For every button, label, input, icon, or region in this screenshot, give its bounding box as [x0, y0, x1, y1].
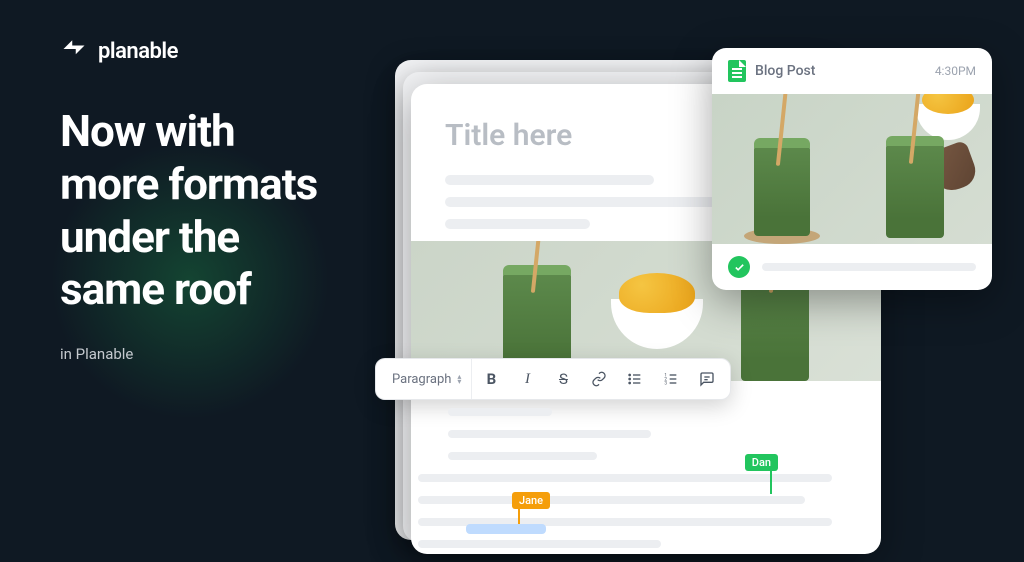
placeholder-line [445, 175, 654, 185]
text-line [448, 452, 597, 460]
post-card-footer [712, 244, 992, 290]
caption-placeholder [762, 263, 976, 271]
italic-button[interactable]: I [510, 359, 544, 399]
brand-logo: planable [60, 35, 178, 67]
svg-text:3: 3 [665, 380, 668, 386]
document-icon [728, 60, 746, 82]
post-thumbnail [712, 94, 992, 244]
logo-text: planable [98, 39, 178, 64]
user-cursor-tag-dan: Dan [745, 454, 778, 471]
food-bowl [611, 299, 703, 349]
text-selection-highlight [466, 524, 546, 534]
paragraph-style-selector[interactable]: Paragraph ▴▾ [382, 359, 472, 399]
text-line [448, 430, 651, 438]
formatting-toolbar: Paragraph ▴▾ B I S 123 [375, 358, 731, 400]
link-button[interactable] [582, 359, 616, 399]
food-bowl [916, 104, 980, 140]
comment-button[interactable] [690, 359, 724, 399]
user-cursor-tag-jane: Jane [512, 492, 550, 509]
strikethrough-button[interactable]: S [546, 359, 580, 399]
collaboration-area: Dan Jane [418, 408, 868, 562]
chevron-up-down-icon: ▴▾ [457, 374, 461, 384]
bullet-list-button[interactable] [618, 359, 652, 399]
smoothie-glass [886, 142, 944, 238]
logo-icon [60, 35, 88, 67]
numbered-list-button[interactable]: 123 [654, 359, 688, 399]
hero-subline: in Planable [60, 345, 133, 363]
text-line [418, 540, 661, 548]
post-card-header: Blog Post 4:30PM [712, 48, 992, 94]
hero-headline: Now with more formats under the same roo… [60, 105, 317, 316]
approved-check-icon [728, 256, 750, 278]
post-type-label: Blog Post [755, 63, 815, 79]
post-time: 4:30PM [935, 64, 976, 78]
placeholder-line [445, 219, 590, 229]
user-cursor-dan [770, 470, 772, 494]
text-line [418, 496, 805, 504]
bold-button[interactable]: B [474, 359, 508, 399]
text-line [448, 408, 552, 416]
smoothie-glass [754, 144, 810, 236]
blog-post-card[interactable]: Blog Post 4:30PM [712, 48, 992, 290]
